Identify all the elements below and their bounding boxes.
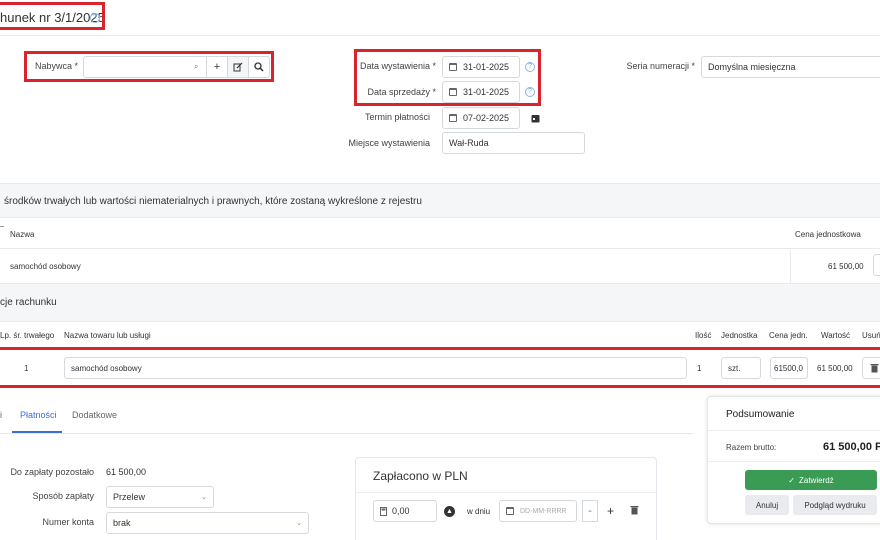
method-label: Sposób zapłaty bbox=[32, 491, 94, 501]
summary-card: Podsumowanie Razem brutto: 61 500,00 P ✓… bbox=[707, 396, 880, 524]
summary-title: Podsumowanie bbox=[726, 409, 795, 420]
tab-extra[interactable]: Dodatkowe bbox=[72, 410, 117, 420]
highlight-dates bbox=[354, 49, 541, 106]
paid-date-input[interactable]: DD-MM-RRRR bbox=[499, 500, 577, 522]
assets-row-name: samochód osobowy bbox=[10, 262, 81, 271]
items-col-qty: Ilość bbox=[695, 331, 712, 340]
assets-row-action[interactable] bbox=[873, 254, 880, 276]
calendar-fill-icon bbox=[531, 114, 539, 122]
assets-col-name: Nazwa bbox=[10, 230, 35, 239]
gross-label: Razem brutto: bbox=[726, 443, 777, 452]
highlight-buyer bbox=[24, 51, 274, 82]
add-payment-circle-icon[interactable]: ▲ bbox=[444, 506, 455, 517]
calculator-icon bbox=[380, 506, 387, 516]
approve-button[interactable]: ✓ Zatwierdź bbox=[745, 470, 877, 490]
delete-payment-icon[interactable] bbox=[630, 505, 639, 517]
paid-date-clear-button[interactable]: - bbox=[582, 500, 598, 522]
highlight-item-row bbox=[0, 347, 880, 388]
remaining-label: Do zapłaty pozostało bbox=[10, 467, 94, 477]
cancel-button[interactable]: Anuluj bbox=[745, 495, 789, 515]
due-date-label: Termin płatności bbox=[364, 112, 430, 122]
tab-first[interactable]: i bbox=[0, 410, 2, 420]
paid-amount-input[interactable]: 0,00 bbox=[373, 500, 437, 522]
items-col-lp: Lp. śr. trwałego bbox=[0, 331, 55, 340]
items-col-unit-price: Cena jedn. bbox=[769, 331, 808, 340]
plus-icon[interactable]: + bbox=[607, 504, 614, 518]
remaining-value: 61 500,00 bbox=[106, 467, 147, 477]
place-input[interactable]: Wał-Ruda bbox=[442, 132, 585, 154]
print-preview-button[interactable]: Podgląd wydruku bbox=[793, 495, 877, 515]
chevron-down-icon: ⌄ bbox=[201, 494, 207, 501]
gross-value: 61 500,00 P bbox=[823, 441, 880, 453]
due-date-picker-button[interactable] bbox=[526, 108, 544, 128]
assets-row-price: 61 500,00 bbox=[828, 262, 864, 271]
highlight-title bbox=[0, 2, 105, 30]
chevron-down-icon: ⌄ bbox=[296, 520, 302, 527]
items-section-title: cje rachunku bbox=[0, 297, 57, 308]
items-col-remove: Usuń bbox=[862, 331, 880, 340]
account-label: Numer konta bbox=[42, 517, 94, 527]
calendar-icon bbox=[449, 114, 457, 122]
paid-date-label: w dniu bbox=[467, 507, 491, 516]
method-select[interactable]: Przelew ⌄ bbox=[106, 486, 214, 508]
paid-card-title: Zapłacono w PLN bbox=[373, 469, 468, 483]
assets-col-price: Cena jednostkowa bbox=[795, 230, 861, 239]
items-col-unit: Jednostka bbox=[721, 331, 758, 340]
calendar-icon bbox=[506, 507, 514, 515]
account-select[interactable]: brak ⌄ bbox=[106, 512, 309, 534]
items-col-name: Nazwa towaru lub usługi bbox=[64, 331, 151, 340]
numbering-label: Seria numeracji * bbox=[626, 61, 695, 71]
due-date-input[interactable]: 07-02-2025 bbox=[442, 107, 520, 129]
tab-payments[interactable]: Płatności bbox=[20, 410, 57, 420]
check-icon: ✓ bbox=[788, 475, 795, 485]
trash-icon bbox=[630, 506, 639, 515]
items-col-value: Wartość bbox=[821, 331, 851, 340]
numbering-select[interactable]: Domyślna miesięczna bbox=[701, 56, 880, 78]
paid-card: Zapłacono w PLN 0,00 ▲ w dniu DD-MM-RRRR… bbox=[355, 457, 657, 540]
assets-section-title: środków trwałych lub wartości niemateria… bbox=[4, 196, 422, 207]
place-label: Miejsce wystawienia bbox=[348, 138, 430, 148]
